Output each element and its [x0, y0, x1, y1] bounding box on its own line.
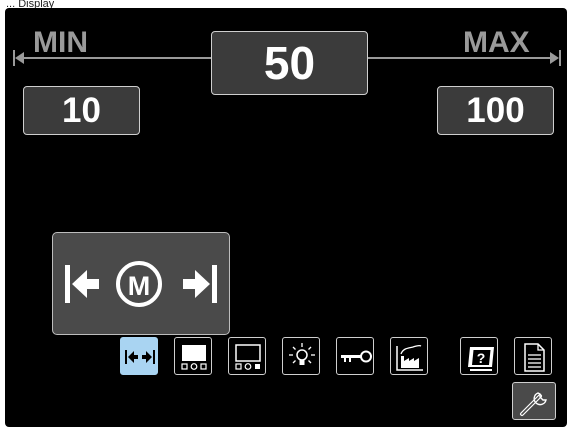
- run-in-arrows-icon: [125, 350, 155, 364]
- help-screen-icon: ?: [468, 347, 494, 371]
- toolbar-display-dots-button[interactable]: [174, 337, 212, 375]
- settings-button[interactable]: [512, 382, 556, 420]
- toolbar-display-outline-button[interactable]: [228, 337, 266, 375]
- toolbar-key-button[interactable]: [336, 337, 374, 375]
- current-value[interactable]: 50: [211, 31, 368, 95]
- toolbar-factory-button[interactable]: [390, 337, 428, 375]
- min-value: 10: [23, 86, 140, 135]
- toolbar-document-button[interactable]: [514, 337, 552, 375]
- light-bulb-icon: [289, 343, 315, 365]
- display-screen: MIN MAX 50 10 100 M ?: [5, 8, 567, 427]
- toolbar-light-button[interactable]: [282, 337, 320, 375]
- max-value: 100: [437, 86, 554, 135]
- motor-run-in-icon: M: [65, 261, 217, 307]
- motor-letter: M: [128, 271, 151, 301]
- toolbar-help-button[interactable]: ?: [460, 337, 498, 375]
- scale-line-right: [367, 57, 555, 59]
- display-dots-icon: [181, 345, 207, 370]
- toolbar-run-in-button[interactable]: [120, 337, 158, 375]
- max-label: MAX: [463, 26, 530, 59]
- svg-text:?: ?: [477, 350, 486, 366]
- document-icon: [524, 343, 545, 372]
- display-outline-icon: [235, 344, 261, 370]
- scale-line-left: [20, 57, 212, 59]
- min-label: MIN: [33, 26, 88, 59]
- scale-right-end: [559, 50, 561, 66]
- scale-right-arrow: [550, 52, 559, 64]
- factory-icon: [396, 344, 423, 371]
- key-icon: [341, 350, 372, 363]
- run-in-mode-panel[interactable]: M: [52, 232, 230, 335]
- wrench-icon: [520, 392, 547, 416]
